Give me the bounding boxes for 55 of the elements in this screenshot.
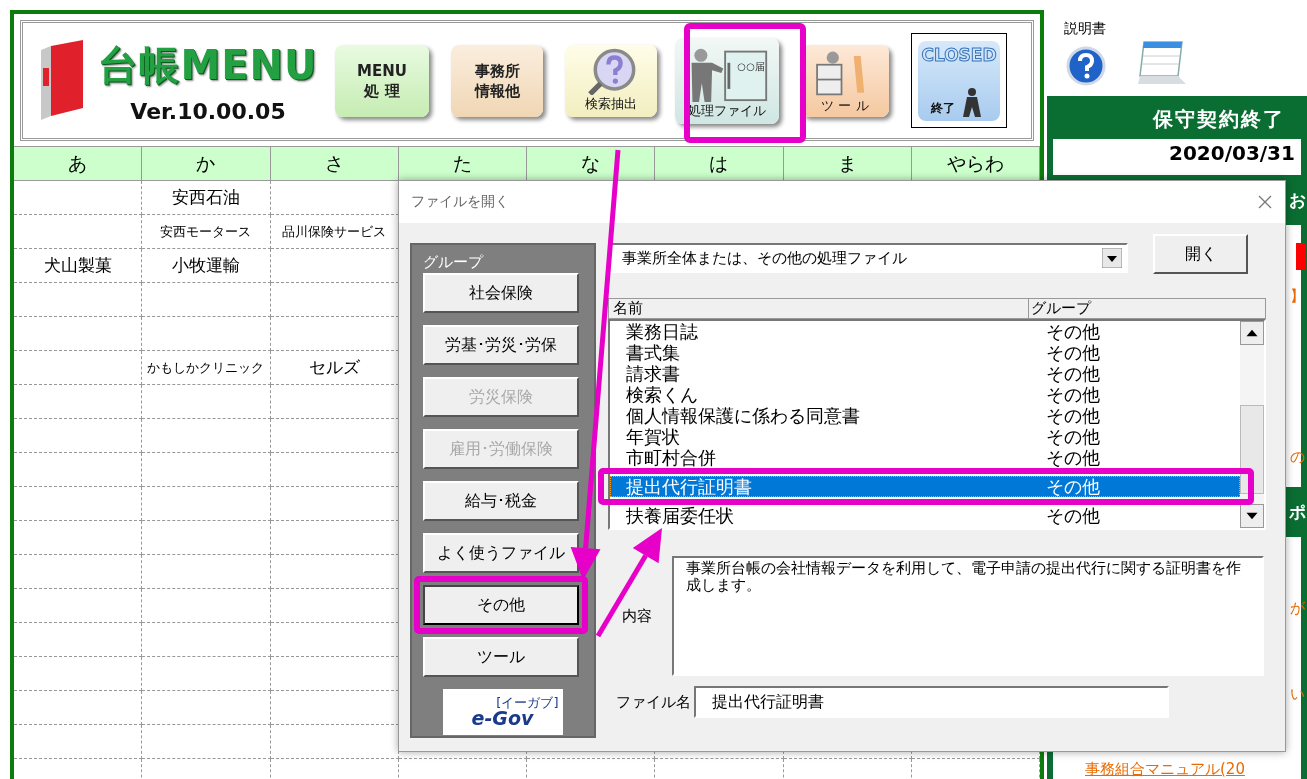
- file-row[interactable]: 提出代行証明書 その他: [610, 476, 1240, 497]
- egov-logo[interactable]: [イーガブ] e-Gov: [442, 689, 563, 735]
- scroll-down-icon[interactable]: [1240, 504, 1264, 528]
- filename-label: ファイル名: [615, 692, 692, 712]
- help-icon[interactable]: [1066, 46, 1106, 86]
- column-header[interactable]: グループ: [1029, 299, 1091, 318]
- description-label: 内容: [621, 606, 653, 626]
- scroll-up-icon[interactable]: [1240, 321, 1264, 345]
- scrollbar[interactable]: [1240, 321, 1264, 528]
- description-box: 事業所台帳の会社情報データを利用して、電子申請の提出代行に関する証明書を作成します。: [672, 556, 1264, 676]
- column-header: か: [142, 146, 271, 181]
- office-info-button[interactable]: 事務所 情報他: [451, 44, 543, 117]
- column-header: た: [398, 146, 527, 181]
- table-cell[interactable]: 小牧運輸: [142, 249, 271, 283]
- search-extract-button[interactable]: 検索抽出: [565, 44, 657, 117]
- file-row[interactable]: 市町村合併 その他: [610, 447, 1240, 468]
- form-label: ○○届: [737, 59, 766, 72]
- filename-field[interactable]: 提出代行証明書: [694, 686, 1169, 718]
- app-title: 台帳MENU: [98, 40, 318, 90]
- file-row[interactable]: 書式集 その他: [610, 342, 1240, 363]
- group-button[interactable]: 社会保険: [423, 273, 579, 313]
- column-header[interactable]: 名前: [609, 299, 1029, 318]
- file-row[interactable]: 検索くん その他: [610, 384, 1240, 405]
- category-dropdown[interactable]: 事業所全体または、その他の処理ファイル: [608, 243, 1128, 273]
- close-icon[interactable]: [1257, 194, 1273, 210]
- dropdown-caret-icon: [1102, 248, 1122, 268]
- column-header: ま: [783, 146, 912, 181]
- file-row[interactable]: 業務日誌 その他: [610, 321, 1240, 342]
- group-button[interactable]: よく使うファイル: [423, 533, 579, 573]
- version-label: Ver.10.00.05: [130, 98, 286, 124]
- dialog-title: ファイルを開く: [411, 193, 509, 211]
- open-button[interactable]: 開く: [1153, 234, 1248, 274]
- column-header: な: [527, 146, 656, 181]
- file-row[interactable]: 請求書 その他: [610, 363, 1240, 384]
- column-header: あ: [14, 146, 143, 181]
- file-row[interactable]: 年賀状 その他: [610, 426, 1240, 447]
- group-button[interactable]: その他: [423, 585, 579, 625]
- table-cell[interactable]: 犬山製菓: [14, 249, 143, 283]
- close-app-button[interactable]: CLOSED 終了: [911, 33, 1007, 128]
- column-header: さ: [270, 146, 399, 181]
- column-header: やらわ: [911, 146, 1040, 181]
- manual-label: 説明書: [1064, 20, 1106, 38]
- group-button[interactable]: ツール: [423, 637, 579, 677]
- table-cell[interactable]: 安西石油: [142, 181, 271, 215]
- group-button[interactable]: 労基･労災･労保: [423, 325, 579, 365]
- group-label: グループ: [423, 253, 485, 271]
- column-header: は: [655, 146, 784, 181]
- table-cell[interactable]: 安西モータース: [142, 215, 271, 249]
- group-button[interactable]: 給与･税金: [423, 481, 579, 521]
- panel-title: 保守契約終了: [1153, 106, 1286, 133]
- table-cell[interactable]: かもしかクリニック: [142, 351, 271, 385]
- alert-block: [1296, 243, 1306, 270]
- menu-button[interactable]: MENU 処 理: [335, 44, 429, 117]
- file-row[interactable]: 個人情報保護に係わる同意書 その他: [610, 405, 1240, 426]
- contract-end-date: 2020/03/31: [1053, 139, 1301, 169]
